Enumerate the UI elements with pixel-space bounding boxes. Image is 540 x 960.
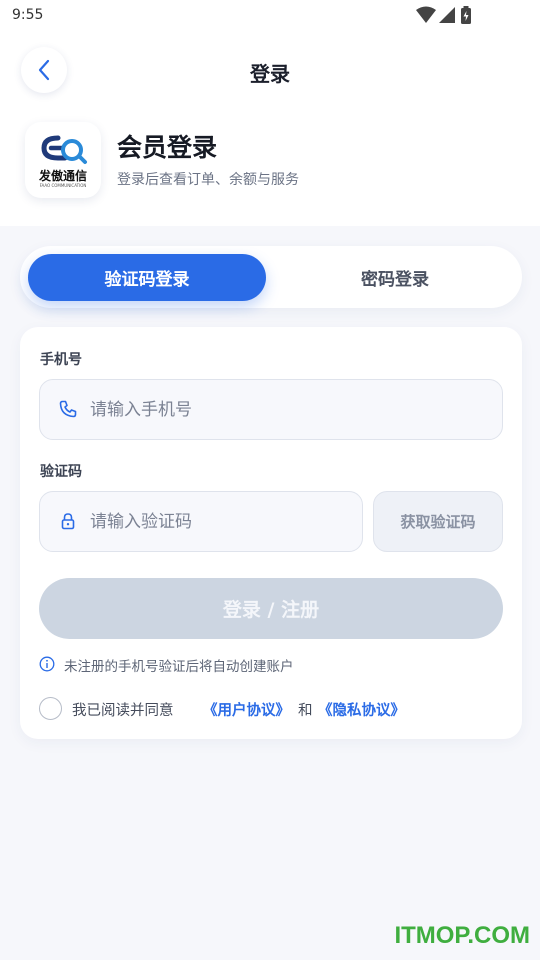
code-field xyxy=(39,491,363,552)
tab-code-login[interactable]: 验证码登录 xyxy=(28,254,266,301)
header-title: 会员登录 xyxy=(117,133,218,162)
page-title: 登录 xyxy=(250,62,290,86)
code-input[interactable] xyxy=(90,492,352,551)
get-code-button[interactable]: 获取验证码 xyxy=(373,491,503,552)
lock-icon xyxy=(61,513,75,530)
phone-icon xyxy=(59,400,77,418)
login-form-card: 手机号 验证码 获取验证码 登录 / 注册 未注册的手机号验证后将自动创建账户 … xyxy=(20,327,522,739)
user-agreement-link[interactable]: 《用户协议》 xyxy=(203,699,290,720)
hint-text: 未注册的手机号验证后将自动创建账户 xyxy=(64,659,294,675)
status-time: 9:55 xyxy=(12,7,44,23)
login-register-button[interactable]: 登录 / 注册 xyxy=(39,578,503,639)
header-subtitle: 登录后查看订单、余额与服务 xyxy=(117,172,299,188)
watermark: ITMOP.COM xyxy=(394,922,530,949)
app-logo: 发傲通信 FAAO COMMUNICATION xyxy=(25,122,101,198)
phone-field xyxy=(39,379,503,440)
info-icon xyxy=(39,656,55,672)
logo-text: 发傲通信 xyxy=(38,169,87,183)
agreement-checkbox[interactable] xyxy=(39,697,62,720)
agreement-conjunction: 和 xyxy=(298,703,313,719)
battery-icon xyxy=(461,6,471,24)
wifi-icon xyxy=(416,6,436,23)
login-mode-tabs: 验证码登录 密码登录 xyxy=(20,246,522,308)
logo-subtext: FAAO COMMUNICATION xyxy=(39,183,87,188)
status-bar: 9:55 xyxy=(0,0,540,32)
privacy-policy-link[interactable]: 《隐私协议》 xyxy=(318,699,405,720)
logo-mark-icon xyxy=(41,135,87,164)
tab-password-login[interactable]: 密码登录 xyxy=(276,254,514,301)
agreement-prefix: 我已阅读并同意 xyxy=(72,703,174,719)
phone-input[interactable] xyxy=(90,380,492,439)
agreement-row: 我已阅读并同意 《用户协议》 和 《隐私协议》 xyxy=(39,696,509,720)
code-label: 验证码 xyxy=(40,464,82,480)
phone-label: 手机号 xyxy=(40,352,82,368)
cellular-signal-icon xyxy=(439,7,455,23)
